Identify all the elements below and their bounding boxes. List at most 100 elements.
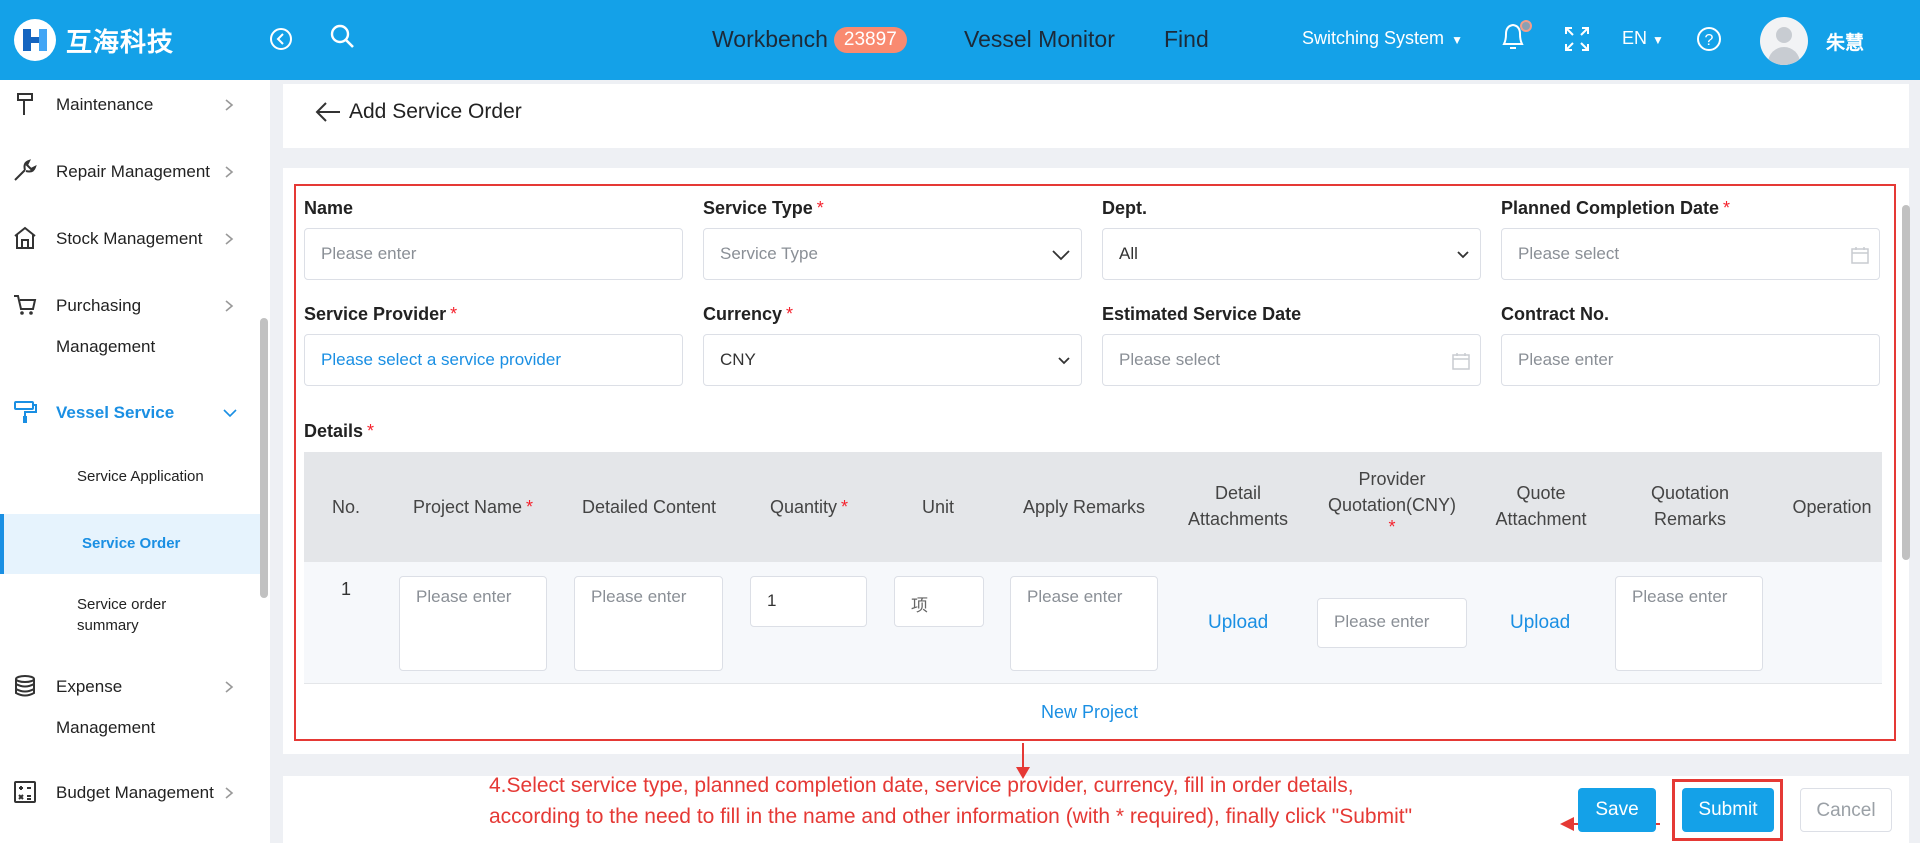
service-provider-label: Service Provider * (304, 304, 458, 324)
required-mark: * (841, 497, 849, 517)
sidebar-item-expense-management[interactable]: Expense Management (0, 675, 260, 746)
workbench-count-badge: 23897 (833, 27, 907, 53)
caret-down-icon: ▼ (1652, 33, 1664, 47)
col-operation: Operation (1792, 497, 1872, 517)
arrow-left-icon (315, 102, 340, 122)
service-type-select[interactable]: Service Type (703, 228, 1082, 280)
cancel-button[interactable]: Cancel (1800, 788, 1892, 832)
sidebar-item-label-line2: Management (56, 337, 156, 356)
required-mark: * (1723, 198, 1731, 218)
sidebar-item-stock-management[interactable]: Stock Management (0, 226, 260, 258)
sidebar-subitem-label: Service Order (82, 535, 181, 552)
col-unit: Unit (921, 497, 954, 517)
nav-workbench[interactable]: Workbench 23897 (712, 26, 907, 53)
hammer-icon (17, 93, 33, 115)
col-no: No. (331, 497, 360, 517)
instruction-annotation: 4.Select service type, planned completio… (489, 770, 1412, 832)
help-icon[interactable]: ? (1694, 24, 1724, 54)
name-label: Name (304, 198, 354, 218)
contract-no-input[interactable]: Please enter (1501, 334, 1880, 386)
user-name[interactable]: 朱慧 (1826, 28, 1864, 55)
sidebar-subitem-service-application[interactable]: Service Application (0, 466, 260, 516)
svg-text:?: ? (1705, 32, 1714, 49)
chevron-down-icon (1052, 250, 1070, 261)
col-quotation-remarks: Quotation Remarks (1650, 483, 1730, 529)
chevron-down-icon (223, 409, 237, 418)
bell-icon[interactable] (1498, 18, 1532, 54)
nav-workbench-label: Workbench (712, 26, 828, 52)
instruction-line-2: according to the need to fill in the nam… (489, 805, 1413, 828)
page-header: Add Service Order (283, 84, 1909, 148)
page-title: Add Service Order (349, 100, 522, 123)
quote-attachment-upload-link[interactable]: Upload (1510, 612, 1570, 634)
cart-icon (14, 295, 37, 315)
chevron-right-icon (225, 681, 234, 693)
logo-mark-icon (14, 19, 56, 61)
planned-completion-date-label: Planned Completion Date * (1501, 198, 1731, 218)
switching-system-dropdown[interactable]: Switching System ▼ (1302, 28, 1463, 49)
service-provider-select[interactable]: Please select a service provider (304, 334, 683, 386)
save-button[interactable]: Save (1578, 788, 1656, 832)
contract-no-label: Contract No. (1501, 304, 1609, 324)
apply-remarks-input[interactable]: Please enter (1010, 576, 1158, 671)
sidebar-subitem-service-order[interactable]: Service Order (0, 514, 260, 574)
search-icon[interactable] (328, 22, 358, 52)
fullscreen-icon[interactable] (1562, 24, 1592, 54)
project-name-input[interactable]: Please enter (399, 576, 547, 671)
logo-text: 互海科技 (66, 27, 175, 58)
quotation-remarks-input[interactable]: Please enter (1615, 576, 1763, 671)
unit-input[interactable]: 项 (894, 576, 984, 627)
sidebar-subitem-label-line2: summary (77, 617, 139, 634)
switching-system-label: Switching System (1302, 28, 1445, 48)
provider-quotation-input[interactable]: Please enter (1317, 598, 1467, 648)
chevron-down-icon (1058, 357, 1070, 365)
sidebar-scrollbar[interactable] (260, 318, 268, 598)
calculator-icon (14, 781, 36, 803)
sidebar-item-label: Vessel Service (56, 403, 175, 422)
currency-select[interactable]: CNY (703, 334, 1082, 386)
collapse-back-icon[interactable] (266, 24, 296, 54)
coins-icon (15, 675, 35, 697)
estimated-service-date-picker[interactable]: Please select (1102, 334, 1481, 386)
back-button[interactable]: Add Service Order (315, 100, 522, 124)
dept-select[interactable]: All (1102, 228, 1481, 280)
submit-highlight-frame (1672, 779, 1783, 841)
logo[interactable]: 互海科技 (14, 19, 174, 61)
chevron-right-icon (225, 99, 234, 111)
col-quote-attachment: Quote Attachment (1495, 483, 1587, 529)
warehouse-icon (14, 226, 36, 249)
sidebar-subitem-label: Service order (77, 596, 167, 613)
wrench-icon (14, 159, 37, 181)
avatar[interactable] (1760, 17, 1808, 65)
sidebar-item-label: Maintenance (56, 95, 154, 114)
sidebar-item-repair-management[interactable]: Repair Management (0, 159, 260, 191)
chevron-right-icon (225, 166, 234, 178)
caret-down-icon: ▼ (1451, 33, 1463, 47)
details-label: Details * (304, 421, 375, 441)
required-mark: * (367, 421, 375, 441)
sidebar-item-vessel-service[interactable]: Vessel Service (0, 401, 260, 432)
new-project-link[interactable]: New Project (1041, 702, 1138, 723)
sidebar-item-budget-management[interactable]: Budget Management (0, 781, 260, 812)
quantity-input[interactable]: 1 (750, 576, 867, 627)
required-mark: * (526, 497, 534, 517)
sidebar-item-maintenance[interactable]: Maintenance (0, 93, 260, 124)
chevron-right-icon (225, 233, 234, 245)
main-scrollbar[interactable] (1902, 205, 1910, 560)
required-mark: * (1388, 517, 1396, 537)
sidebar-item-purchasing-management[interactable]: Purchasing Management (0, 295, 260, 365)
name-input[interactable]: Please enter (304, 228, 683, 280)
sidebar-item-label: Stock Management (56, 229, 203, 248)
sidebar-item-label: Purchasing (56, 296, 142, 315)
col-apply-remarks: Apply Remarks (1022, 497, 1146, 517)
sidebar-subitem-label: Service Application (77, 468, 204, 485)
planned-completion-date-picker[interactable]: Please select (1501, 228, 1880, 280)
language-dropdown[interactable]: EN ▼ (1622, 28, 1664, 49)
nav-vessel-monitor[interactable]: Vessel Monitor (964, 26, 1115, 53)
required-mark: * (816, 198, 824, 218)
col-quantity: Quantity * (769, 497, 849, 517)
detail-attachments-upload-link[interactable]: Upload (1208, 612, 1268, 634)
sidebar-subitem-service-order-summary[interactable]: Service order summary (0, 594, 260, 644)
nav-find[interactable]: Find (1164, 26, 1209, 53)
detailed-content-input[interactable]: Please enter (574, 576, 723, 671)
